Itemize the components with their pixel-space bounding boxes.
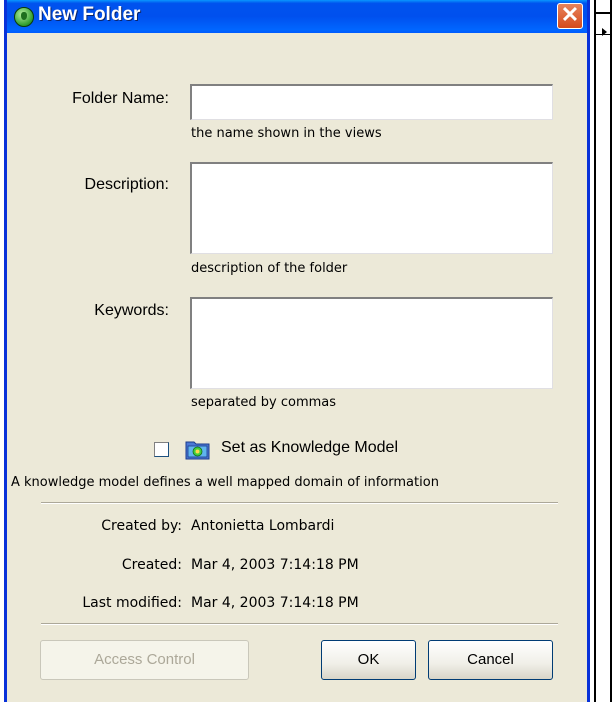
description-hint: description of the folder [191, 261, 348, 276]
knowledge-model-label: Set as Knowledge Model [221, 439, 398, 456]
separator-bottom [41, 623, 558, 625]
created-label: Created: [121, 557, 182, 573]
background-border [594, 12, 612, 14]
window-title: New Folder [38, 4, 141, 25]
close-icon: ✕ [560, 2, 580, 27]
keywords-textarea[interactable] [190, 297, 553, 389]
separator-top [41, 502, 558, 504]
app-icon [14, 7, 34, 27]
last-modified-label: Last modified: [82, 595, 182, 611]
description-textarea[interactable] [190, 162, 553, 254]
last-modified-value: Mar 4, 2003 7:14:18 PM [191, 595, 359, 611]
knowledge-model-icon [185, 441, 210, 460]
knowledge-model-checkbox[interactable] [154, 442, 169, 457]
title-bar[interactable]: New Folder ✕ [7, 0, 587, 33]
new-folder-dialog: New Folder ✕ Folder Name: the name shown… [4, 0, 590, 702]
created-by-label: Created by: [101, 518, 182, 534]
background-border [610, 0, 612, 702]
created-value: Mar 4, 2003 7:14:18 PM [191, 557, 359, 573]
keywords-label: Keywords: [94, 302, 169, 319]
background-arrow-icon [602, 28, 607, 36]
created-by-value: Antonietta Lombardi [191, 518, 335, 534]
folder-name-hint: the name shown in the views [191, 126, 382, 141]
ok-button[interactable]: OK [321, 640, 416, 680]
folder-name-label: Folder Name: [72, 90, 169, 107]
keywords-hint: separated by commas [191, 395, 337, 410]
cancel-button[interactable]: Cancel [428, 640, 553, 680]
access-control-button[interactable]: Access Control [40, 640, 249, 680]
description-label: Description: [84, 176, 169, 193]
folder-name-input[interactable] [190, 84, 553, 120]
knowledge-model-description: A knowledge model defines a well mapped … [11, 475, 439, 490]
close-button[interactable]: ✕ [557, 3, 583, 29]
background-border [594, 0, 596, 702]
